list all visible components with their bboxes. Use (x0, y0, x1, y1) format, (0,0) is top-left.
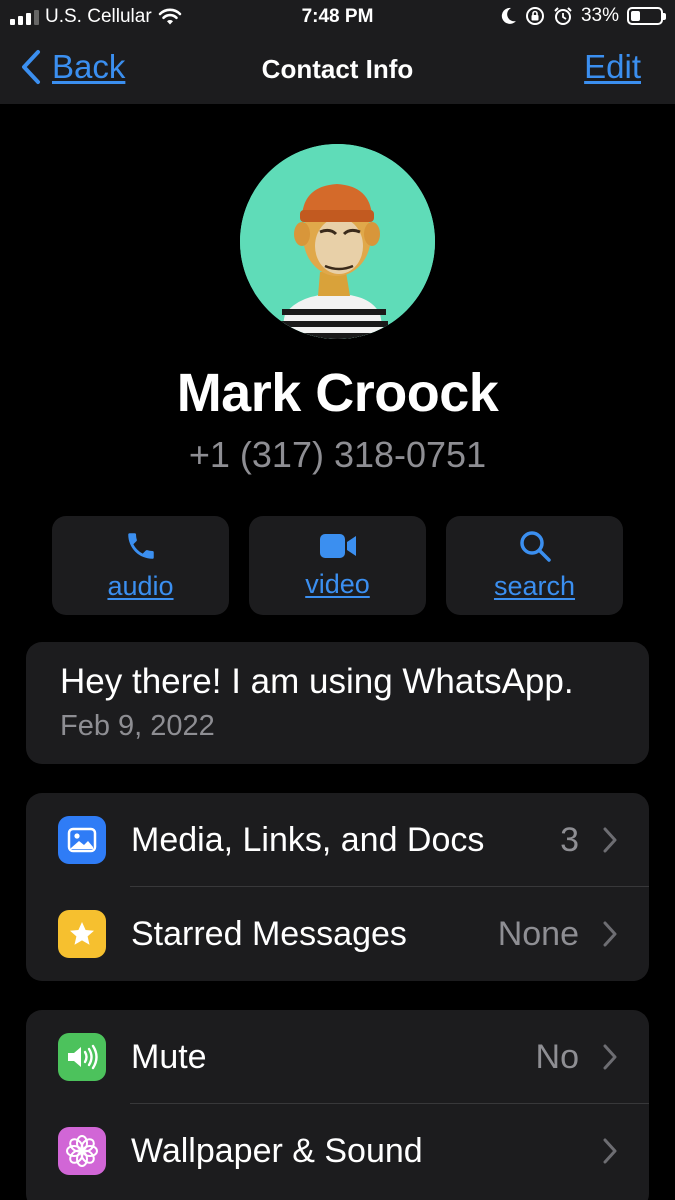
contact-phone: +1 (317) 318-0751 (188, 434, 487, 475)
edit-button[interactable]: Edit (584, 48, 641, 86)
contact-name: Mark Croock (176, 363, 499, 423)
photo-icon (58, 816, 106, 864)
status-right: 33% (501, 5, 666, 27)
search-button[interactable]: search (446, 516, 623, 615)
wallpaper-sound-row[interactable]: Wallpaper & Sound (26, 1104, 649, 1198)
about-date: Feb 9, 2022 (60, 710, 215, 742)
status-bar: U.S. Cellular 7:48 PM 33% (0, 0, 675, 36)
speaker-icon (58, 1033, 106, 1081)
wallpaper-label: Wallpaper & Sound (131, 1131, 423, 1170)
star-icon (58, 910, 106, 958)
ape-avatar-image (240, 144, 435, 339)
moon-icon (501, 7, 516, 24)
avatar[interactable] (240, 144, 435, 339)
about-text: Hey there! I am using WhatsApp. (60, 662, 574, 701)
chevron-right-icon (603, 1138, 617, 1164)
alarm-icon (554, 7, 572, 25)
mute-value: No (535, 1037, 579, 1076)
media-count: 3 (560, 820, 579, 859)
mute-label: Mute (131, 1037, 207, 1076)
chevron-right-icon (603, 827, 617, 853)
starred-messages-row[interactable]: Starred Messages None (26, 887, 649, 981)
battery-icon (627, 7, 666, 25)
media-section: Media, Links, and Docs 3 Starred Message… (26, 793, 649, 981)
orientation-lock-icon (525, 7, 544, 25)
media-links-docs-row[interactable]: Media, Links, and Docs 3 (26, 793, 649, 887)
video-label[interactable]: video (305, 569, 370, 600)
mute-row[interactable]: Mute No (26, 1010, 649, 1104)
search-icon (519, 531, 551, 562)
audio-label[interactable]: audio (107, 571, 173, 602)
chevron-right-icon (603, 1044, 617, 1070)
search-label[interactable]: search (494, 571, 575, 602)
flower-icon (58, 1127, 106, 1175)
video-call-button[interactable]: video (249, 516, 426, 615)
starred-label: Starred Messages (131, 914, 407, 953)
video-camera-icon (319, 534, 356, 558)
action-buttons: audio video search (52, 516, 623, 615)
starred-value: None (497, 914, 579, 953)
about-card[interactable]: Hey there! I am using WhatsApp. Feb 9, 2… (26, 642, 649, 764)
nav-bar: Back Contact Info Edit (0, 36, 675, 104)
media-label: Media, Links, and Docs (131, 820, 485, 859)
battery-percent: 33% (580, 5, 619, 26)
settings-section: Mute No Wallpaper & Sound (26, 1010, 649, 1200)
chevron-right-icon (603, 921, 617, 947)
battery-level (631, 11, 641, 21)
audio-call-button[interactable]: audio (52, 516, 229, 615)
page-title: Contact Info (261, 54, 414, 84)
phone-icon (127, 533, 154, 559)
